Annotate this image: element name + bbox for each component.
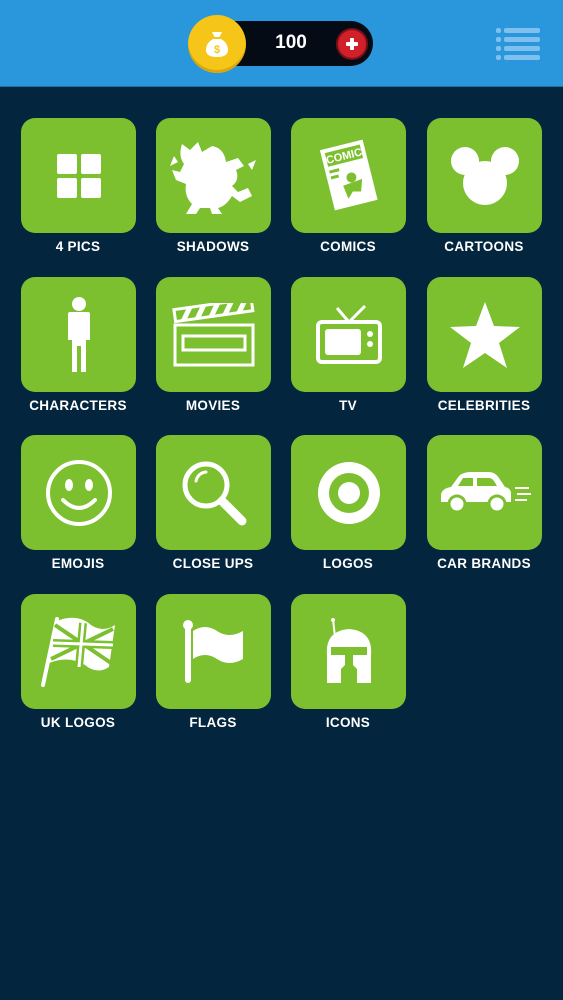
money-bag-icon: $ (188, 15, 246, 73)
category-tile-4-pics[interactable] (21, 118, 136, 233)
category-label: CLOSE UPS (172, 556, 254, 571)
svg-text:$: $ (214, 44, 220, 56)
coin-count: 100 (275, 32, 307, 53)
star-icon (449, 301, 520, 368)
smiley-icon (45, 459, 112, 526)
mouse-ears-icon (450, 146, 519, 205)
menu-icon[interactable] (496, 28, 540, 60)
category-tile-close-ups[interactable] (156, 435, 271, 550)
category-tile-flags[interactable] (156, 594, 271, 709)
person-icon (67, 296, 90, 372)
category-label: CELEBRITIES (437, 398, 531, 413)
flag-icon (182, 619, 243, 683)
category-label: CARTOONS (444, 239, 524, 254)
category-label: LOGOS (322, 556, 374, 571)
category-tile-uk-logos[interactable] (21, 594, 136, 709)
category-tile-tv[interactable] (291, 277, 406, 392)
taz-silhouette-icon (169, 141, 256, 214)
category-tile-car-brands[interactable] (427, 435, 542, 550)
category-tile-movies[interactable] (156, 277, 271, 392)
category-label: SHADOWS (176, 239, 250, 254)
category-label: UK LOGOS (40, 715, 116, 730)
category-tile-shadows[interactable] (156, 118, 271, 233)
magnifier-icon (182, 461, 246, 525)
category-tile-characters[interactable] (21, 277, 136, 392)
category-label: FLAGS (189, 715, 237, 730)
category-tile-comics[interactable]: COMIC (291, 118, 406, 233)
category-tile-icons[interactable] (291, 594, 406, 709)
category-label: EMOJIS (51, 556, 105, 571)
category-tile-cartoons[interactable] (427, 118, 542, 233)
category-label: COMICS (320, 239, 376, 254)
category-label: CAR BRANDS (437, 556, 531, 571)
comic-book-icon: COMIC (319, 139, 378, 210)
car-icon (440, 471, 531, 513)
target-icon (317, 461, 380, 524)
four-squares-icon (56, 153, 101, 198)
clapperboard-icon (171, 302, 255, 366)
category-label: TV (339, 398, 357, 413)
television-icon (315, 304, 382, 364)
category-label: ICONS (325, 715, 371, 730)
category-tile-logos[interactable] (291, 435, 406, 550)
category-label: 4 PICS (55, 239, 101, 254)
category-label: MOVIES (185, 398, 241, 413)
top-bar: $ 100 (0, 0, 563, 87)
category-tile-celebrities[interactable] (427, 277, 542, 392)
add-coins-button[interactable] (338, 30, 366, 58)
category-label: CHARACTERS (29, 398, 127, 413)
helmet-icon (326, 617, 371, 683)
category-tile-emojis[interactable] (21, 435, 136, 550)
union-flag-icon (40, 616, 115, 687)
